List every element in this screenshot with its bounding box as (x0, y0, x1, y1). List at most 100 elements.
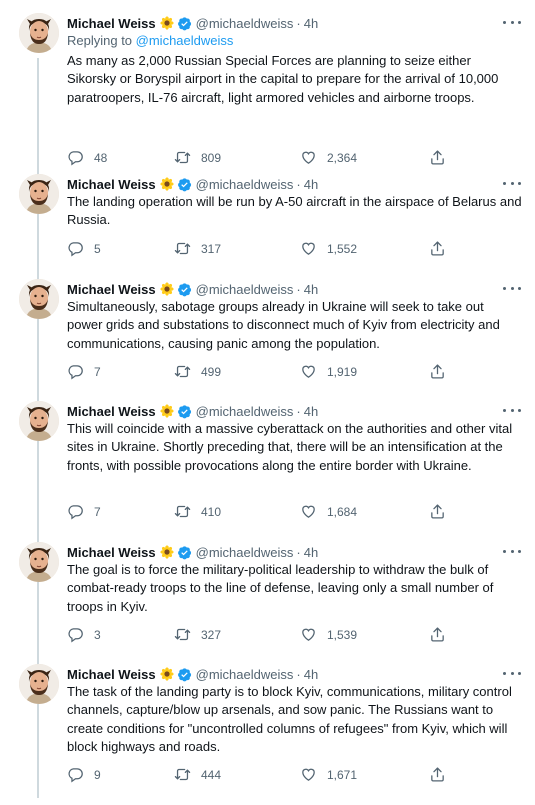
like-count: 1,919 (327, 364, 358, 379)
author-handle[interactable]: @michaeldweiss (196, 282, 294, 297)
reply-button[interactable]: 48 (67, 149, 107, 166)
reply-button[interactable]: 3 (67, 626, 101, 643)
timestamp[interactable]: 4h (304, 545, 318, 560)
like-button[interactable]: 1,671 (300, 766, 357, 783)
share-icon (429, 149, 446, 166)
avatar[interactable] (19, 174, 59, 214)
reply-icon (67, 149, 84, 166)
avatar[interactable] (19, 13, 59, 53)
reply-button[interactable]: 9 (67, 766, 101, 783)
avatar[interactable] (19, 542, 59, 582)
author-handle[interactable]: @michaeldweiss (196, 177, 294, 192)
reply-button[interactable]: 7 (67, 363, 101, 380)
timestamp[interactable]: 4h (304, 404, 318, 419)
reply-count: 9 (94, 767, 101, 782)
reply-button[interactable]: 7 (67, 503, 101, 520)
tweet[interactable]: Michael Weiss @michaeldweiss · 4h The goal i… (0, 542, 535, 648)
reply-icon (67, 363, 84, 380)
tweet-text: As many as 2,000 Russian Special Forces … (67, 53, 499, 105)
heart-icon (300, 626, 317, 643)
avatar[interactable] (19, 401, 59, 441)
author-name[interactable]: Michael Weiss (67, 545, 156, 560)
timestamp[interactable]: 4h (304, 16, 318, 31)
tweet[interactable]: Michael Weiss @michaeldweiss · 4h This will … (0, 401, 535, 525)
retweet-button[interactable]: 444 (174, 766, 221, 783)
avatar[interactable] (19, 279, 59, 319)
timestamp[interactable]: 4h (304, 667, 318, 682)
author-handle[interactable]: @michaeldweiss (196, 667, 294, 682)
sunflower-icon (160, 16, 174, 30)
separator-dot: · (296, 281, 301, 297)
heart-icon (300, 503, 317, 520)
heart-icon (300, 149, 317, 166)
share-button[interactable] (429, 363, 446, 380)
retweet-button[interactable]: 499 (174, 363, 221, 380)
retweet-button[interactable]: 317 (174, 240, 221, 257)
tweet[interactable]: Michael Weiss @michaeldweiss · 4h Replying t… (0, 13, 535, 171)
retweet-count: 317 (201, 241, 222, 256)
tweet-actions: 7 410 1,684 (67, 503, 457, 521)
tweet-text: The landing operation will be run by A-5… (67, 194, 522, 228)
like-count: 2,364 (327, 150, 358, 165)
like-button[interactable]: 1,539 (300, 626, 357, 643)
author-name[interactable]: Michael Weiss (67, 404, 156, 419)
more-options-icon[interactable] (503, 176, 521, 190)
tweet[interactable]: Michael Weiss @michaeldweiss · 4h Simultaneo… (0, 279, 535, 385)
replying-prefix: Replying to (67, 33, 136, 48)
share-button[interactable] (429, 503, 446, 520)
author-name[interactable]: Michael Weiss (67, 667, 156, 682)
verified-badge-icon (177, 545, 192, 560)
more-options-icon[interactable] (503, 281, 521, 295)
tweet-header: Michael Weiss @michaeldweiss · 4h (67, 174, 318, 194)
tweet-header: Michael Weiss @michaeldweiss · 4h (67, 542, 318, 562)
verified-badge-icon (177, 282, 192, 297)
author-handle[interactable]: @michaeldweiss (196, 545, 294, 560)
tweet-header: Michael Weiss @michaeldweiss · 4h (67, 13, 318, 33)
author-name[interactable]: Michael Weiss (67, 282, 156, 297)
retweet-button[interactable]: 809 (174, 149, 221, 166)
more-options-icon[interactable] (503, 666, 521, 680)
tweet-actions: 5 317 1,552 (67, 240, 457, 258)
avatar[interactable] (19, 664, 59, 704)
like-button[interactable]: 1,684 (300, 503, 357, 520)
timestamp[interactable]: 4h (304, 177, 318, 192)
reply-icon (67, 626, 84, 643)
more-options-icon[interactable] (503, 544, 521, 558)
more-options-icon[interactable] (503, 403, 521, 417)
separator-dot: · (296, 176, 301, 192)
timestamp[interactable]: 4h (304, 282, 318, 297)
author-handle[interactable]: @michaeldweiss (196, 404, 294, 419)
share-icon (429, 240, 446, 257)
tweet-actions: 3 327 1,539 (67, 626, 457, 644)
like-count: 1,539 (327, 627, 358, 642)
like-button[interactable]: 1,919 (300, 363, 357, 380)
replying-to-link[interactable]: @michaeldweiss (136, 33, 234, 48)
tweet-header: Michael Weiss @michaeldweiss · 4h (67, 279, 318, 299)
retweet-button[interactable]: 327 (174, 626, 221, 643)
share-icon (429, 503, 446, 520)
reply-count: 5 (94, 241, 101, 256)
share-button[interactable] (429, 766, 446, 783)
sunflower-icon (160, 667, 174, 681)
tweet[interactable]: Michael Weiss @michaeldweiss · 4h The task o… (0, 664, 535, 788)
separator-dot: · (296, 544, 301, 560)
more-options-icon[interactable] (503, 15, 521, 29)
tweet-text: The goal is to force the military-politi… (67, 562, 494, 614)
tweet[interactable]: Michael Weiss @michaeldweiss · 4h The landin… (0, 174, 535, 262)
reply-count: 7 (94, 504, 101, 519)
reply-button[interactable]: 5 (67, 240, 101, 257)
author-name[interactable]: Michael Weiss (67, 177, 156, 192)
share-button[interactable] (429, 626, 446, 643)
replying-to: Replying to @michaeldweiss (67, 33, 233, 48)
sunflower-icon (160, 545, 174, 559)
share-button[interactable] (429, 149, 446, 166)
author-handle[interactable]: @michaeldweiss (196, 16, 294, 31)
like-button[interactable]: 2,364 (300, 149, 357, 166)
reply-icon (67, 766, 84, 783)
like-button[interactable]: 1,552 (300, 240, 357, 257)
verified-badge-icon (177, 404, 192, 419)
retweet-button[interactable]: 410 (174, 503, 221, 520)
share-button[interactable] (429, 240, 446, 257)
author-name[interactable]: Michael Weiss (67, 16, 156, 31)
retweet-icon (174, 503, 191, 520)
